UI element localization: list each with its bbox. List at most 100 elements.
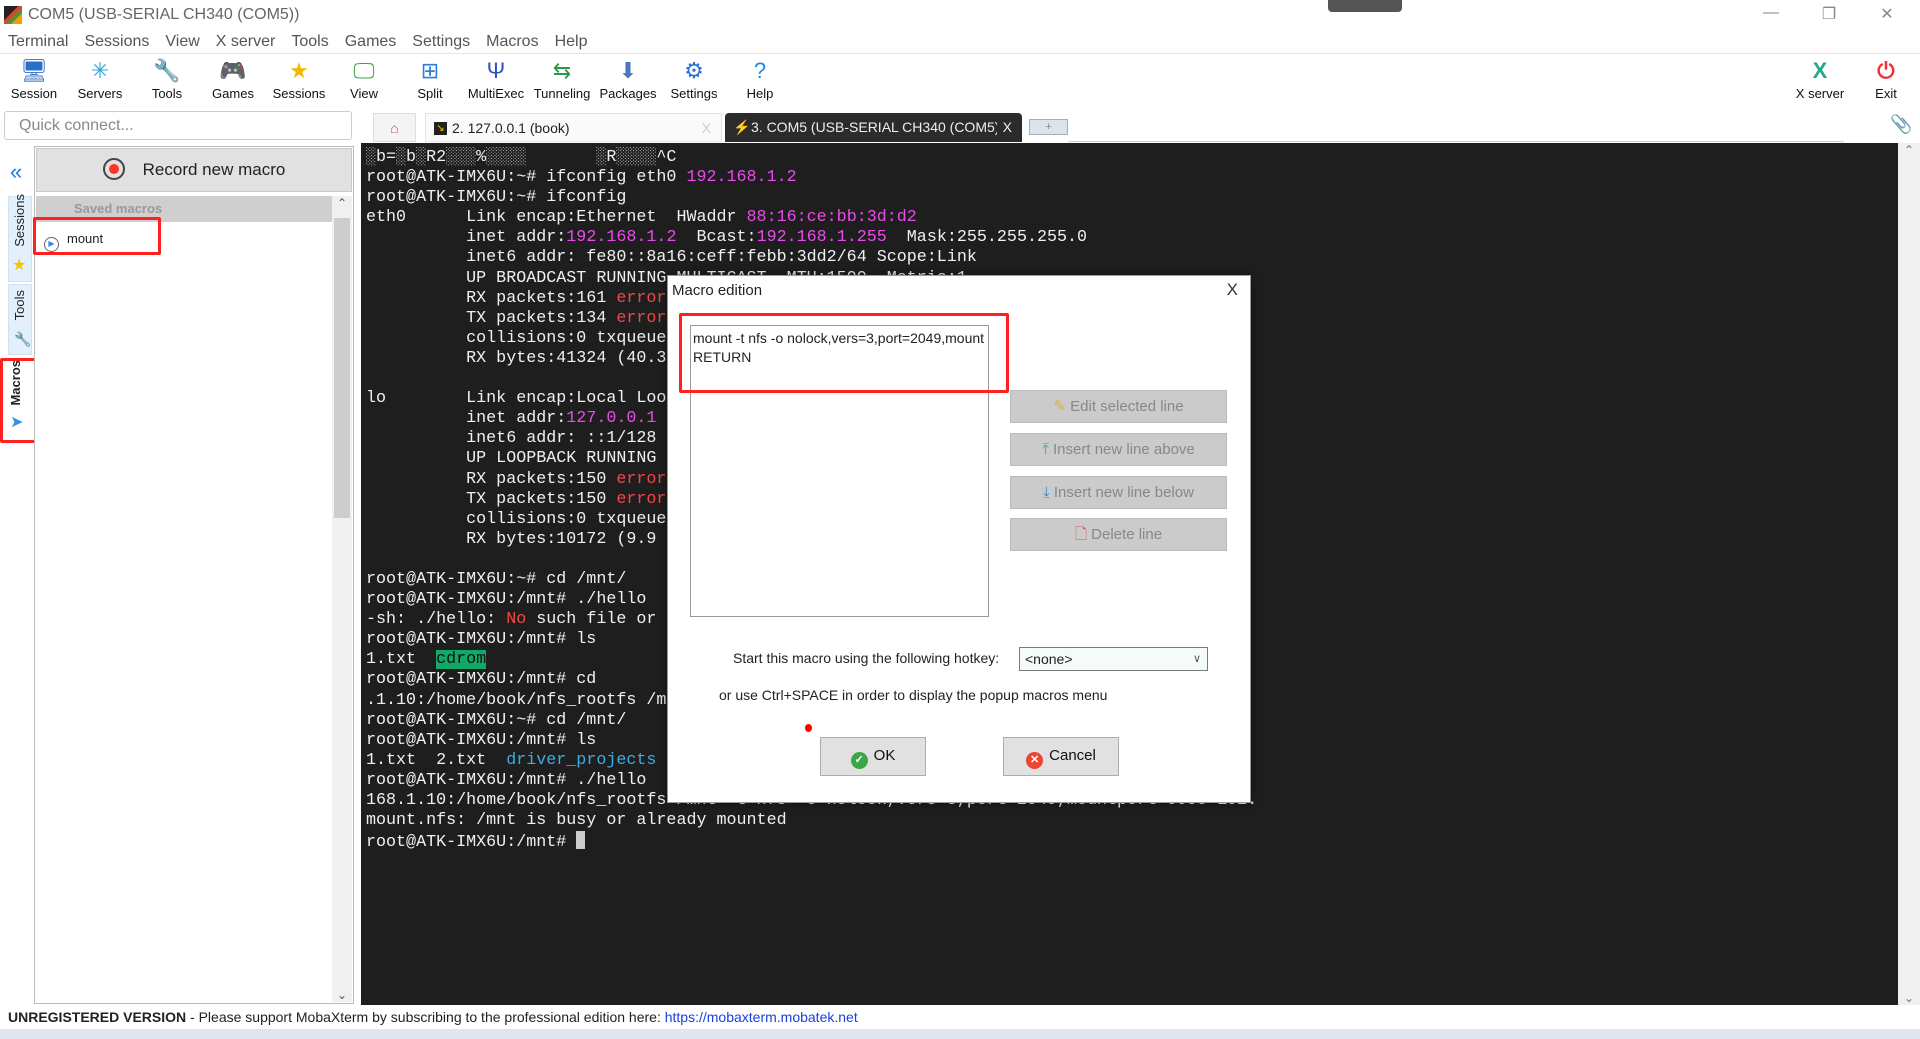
menu-macros[interactable]: Macros (478, 32, 546, 52)
sidebar-tab-sessions[interactable]: Sessions ★ (8, 194, 32, 282)
insert-line-above-button[interactable]: ⤒ Insert new line above (1010, 433, 1227, 466)
toolbar-label: Help (746, 86, 774, 101)
toolbar-label: MultiExec (467, 86, 525, 101)
dialog-close-button[interactable]: X (1227, 280, 1238, 300)
terminal-text: root@ATK-IMX6U:~# ifconfig eth0 (366, 168, 687, 188)
button-label: Cancel (1049, 747, 1096, 764)
toolbar-tunneling-button[interactable]: ⇆ Tunneling (529, 56, 595, 108)
toolbar-view-button[interactable]: 🖵 View (331, 56, 397, 108)
terminal-text: RX bytes:41324 (40.3 (366, 348, 667, 368)
menu-terminal[interactable]: Terminal (0, 32, 76, 52)
hotkey-select[interactable]: <none> ∨ (1019, 647, 1208, 671)
tools-icon: 🔧 (14, 331, 32, 347)
menu-tools[interactable]: Tools (283, 32, 336, 52)
toolbar-label: Packages (599, 86, 657, 101)
toolbar-help-button[interactable]: ? Help (727, 56, 793, 108)
toolbar-packages-button[interactable]: ⬇ Packages (595, 56, 661, 108)
toolbar-x-server-button[interactable]: X X server (1787, 56, 1853, 108)
terminal-text: 127.0.0.1 (566, 409, 657, 429)
tab-close-button[interactable]: X (996, 113, 1012, 142)
menu-sessions[interactable]: Sessions (76, 32, 157, 52)
quick-connect-input[interactable]: Quick connect... (4, 111, 352, 140)
toolbar-tools-button[interactable]: 🔧 Tools (134, 56, 200, 108)
terminal-text: root@ATK-IMX6U:~# cd /mnt/ (366, 569, 627, 589)
arrow-down-icon: ⤓ (1043, 484, 1054, 501)
new-tab-button[interactable]: + (1029, 119, 1068, 135)
chevron-down-icon: ∨ (1192, 653, 1201, 665)
delete-line-button[interactable]: 🗋 Delete line (1010, 518, 1227, 551)
toolbar-servers-button[interactable]: ✳ Servers (67, 56, 133, 108)
status-bar: UNREGISTERED VERSION - Please support Mo… (0, 1006, 1920, 1029)
terminal-text: driver_projects (506, 750, 657, 770)
edit-selected-line-button[interactable]: ✎ Edit selected line (1010, 390, 1227, 423)
terminal-text: 88:16:ce:bb:3d:d2 (746, 208, 917, 228)
terminal-text: 1.txt 2.txt (366, 750, 507, 770)
record-macro-button[interactable]: Record new macro (36, 148, 352, 192)
ok-button[interactable]: ✓ OK (820, 737, 926, 776)
toolbar-split-button[interactable]: ⊞ Split (397, 56, 463, 108)
terminal-line: mount.nfs: /mnt is busy or already mount… (366, 811, 1257, 831)
terminal-line: root@ATK-IMX6U:/mnt# (366, 831, 1257, 852)
restore-button[interactable]: ❐ (1814, 4, 1844, 24)
menu-games[interactable]: Games (337, 32, 405, 52)
scroll-thumb[interactable] (334, 218, 350, 518)
tab-book[interactable]: ↘ 2. 127.0.0.1 (book) X (425, 113, 722, 142)
tab-bar-line (1068, 141, 1844, 142)
close-window-button[interactable]: ✕ (1872, 4, 1902, 24)
terminal-text: inet addr: (366, 409, 567, 429)
mobaxterm-link[interactable]: https://mobaxterm.mobatek.net (665, 1009, 858, 1025)
terminal-line: root@ATK-IMX6U:~# ifconfig eth0 192.168.… (366, 168, 1257, 188)
toolbar-session-button[interactable]: 🖥 Session (1, 56, 67, 108)
attach-icon[interactable]: 📎 (1890, 114, 1912, 135)
terminal-text: collisions:0 txqueue (366, 509, 667, 529)
tab-close-button[interactable]: X (702, 114, 711, 141)
menu-help[interactable]: Help (547, 32, 596, 52)
scroll-down-icon[interactable]: ⌄ (1898, 991, 1920, 1005)
menu-x-server[interactable]: X server (208, 32, 284, 52)
home-tab[interactable]: ⌂ (373, 113, 416, 142)
tab-com5[interactable]: ⚡ 3. COM5 (USB-SERIAL CH340 (COM5)) X (725, 113, 1022, 142)
collapse-sidebar-icon[interactable]: « (10, 159, 22, 185)
terminal-text: No (506, 610, 527, 630)
terminal-line: inet6 addr: fe80::8a16:ceff:febb:3dd2/64… (366, 248, 1257, 268)
terminal-line: inet addr:192.168.1.2 Bcast:192.168.1.25… (366, 228, 1257, 248)
toolbar-settings-button[interactable]: ⚙ Settings (661, 56, 727, 108)
toolbar-label: X server (1795, 86, 1845, 101)
terminal-text: root@ATK-IMX6U:/mnt# cd (366, 670, 597, 690)
scroll-up-icon[interactable]: ⌃ (1898, 143, 1920, 157)
terminal-text: root@ATK-IMX6U:/mnt# ./hello (366, 590, 647, 610)
multiexec-icon: Ψ (486, 58, 506, 83)
tab-label: Tools (12, 289, 27, 320)
dialog-title: Macro edition (672, 282, 763, 299)
terminal-text: Mask:255.255.255.0 (886, 228, 1088, 248)
sidebar-tab-tools[interactable]: Tools 🔧 (8, 284, 32, 355)
terminal-text: error (616, 489, 667, 509)
terminal-text: error (616, 469, 667, 489)
insert-line-below-button[interactable]: ⤓ Insert new line below (1010, 476, 1227, 509)
toolbar-sessions-button[interactable]: ★ Sessions (266, 56, 332, 108)
terminal-text: collisions:0 txqueue (366, 328, 667, 348)
button-label: OK (873, 747, 896, 764)
menu-settings[interactable]: Settings (404, 32, 478, 52)
terminal-text: Bcast: (676, 228, 757, 248)
menu-view[interactable]: View (157, 32, 207, 52)
toolbar-label: Session (10, 86, 58, 101)
scroll-up-icon[interactable]: ⌃ (332, 196, 352, 210)
button-label: Delete line (1091, 526, 1163, 543)
scroll-down-icon[interactable]: ⌄ (332, 988, 352, 1002)
power-icon: ⏻ (1877, 58, 1895, 83)
terminal-line: root@ATK-IMX6U:~# ifconfig (366, 188, 1257, 208)
help-icon: ? (753, 58, 767, 83)
tunneling-icon: ⇆ (552, 58, 572, 83)
toolbar-exit-button[interactable]: ⏻ Exit (1853, 56, 1919, 108)
minimize-button[interactable]: — (1756, 4, 1786, 22)
terminal-text: RX bytes:10172 (9.9 (366, 529, 657, 549)
drag-handle[interactable] (1328, 0, 1402, 12)
macros-scrollbar[interactable]: ⌃ ⌄ (332, 196, 352, 1002)
toolbar-multiexec-button[interactable]: Ψ MultiExec (463, 56, 529, 108)
cancel-button[interactable]: ✕ Cancel (1003, 737, 1119, 776)
toolbar-games-button[interactable]: 🎮 Games (200, 56, 266, 108)
terminal-scrollbar[interactable]: ⌃ ⌄ (1898, 143, 1920, 1005)
button-label: Edit selected line (1070, 398, 1184, 415)
red-dot (805, 724, 812, 732)
